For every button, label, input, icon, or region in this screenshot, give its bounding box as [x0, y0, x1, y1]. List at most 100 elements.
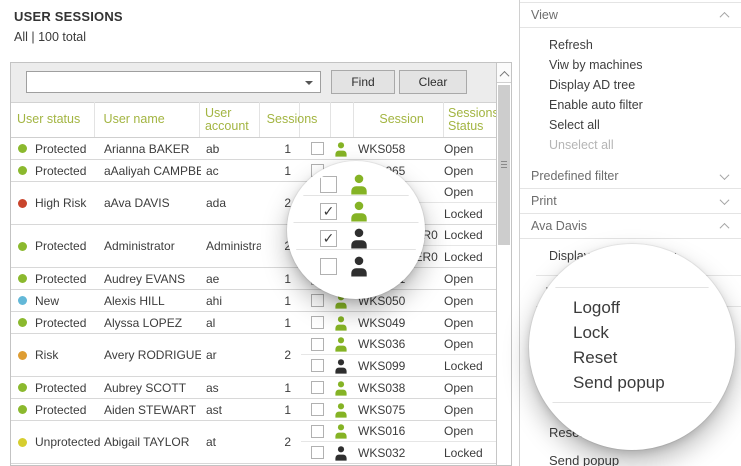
user-name-cell: Arianna BAKER: [95, 142, 201, 156]
user-row[interactable]: Risk Avery RODRIGUEZ ar 2 WKS036 Open WK…: [11, 334, 496, 377]
session-state: Locked: [439, 250, 489, 264]
user-row[interactable]: Protected Arianna BAKER ab 1 WKS058 Open: [11, 138, 496, 160]
user-row[interactable]: Protected aAaliyah CAMPBELL ac 1 WKS065 …: [11, 160, 496, 182]
search-combobox[interactable]: [26, 71, 321, 93]
user-status-label: Protected: [35, 164, 86, 178]
find-button[interactable]: Find: [331, 70, 395, 94]
user-icon: [348, 227, 370, 249]
table-magnifier-lens: ✓✓: [287, 161, 425, 299]
table-scrollbar[interactable]: [496, 63, 511, 465]
session-checkbox[interactable]: [311, 403, 324, 416]
user-status-cell: Protected: [11, 403, 95, 417]
user-row[interactable]: New Alexis HILL ahi 1 WKS050 Open: [11, 290, 496, 312]
session-row[interactable]: WKS058 Open: [301, 138, 496, 159]
col-header-user-status[interactable]: User status: [11, 102, 95, 137]
session-checkbox[interactable]: ✓: [320, 230, 337, 247]
panel-menu-item[interactable]: Display AD tree: [520, 75, 741, 95]
magnified-session-row: [320, 255, 370, 277]
combo-dropdown-icon[interactable]: [305, 81, 313, 85]
user-icon: [333, 358, 349, 374]
user-status-label: Protected: [35, 381, 86, 395]
user-row[interactable]: Protected Alyssa LOPEZ al 1 WKS049 Open: [11, 312, 496, 334]
user-account-cell: at: [201, 435, 261, 449]
chevron-up-icon: [720, 222, 730, 232]
session-state: Locked: [439, 207, 489, 221]
session-checkbox[interactable]: [311, 338, 324, 351]
panel-section-header[interactable]: Ava Davis: [520, 214, 741, 239]
session-state: Open: [439, 424, 489, 438]
status-dot-icon: [18, 405, 27, 414]
user-name-cell: Abigail TAYLOR: [95, 435, 201, 449]
session-row[interactable]: WKS075 Open: [301, 399, 496, 420]
scrollbar-up-button[interactable]: [497, 63, 511, 83]
status-dot-icon: [18, 296, 27, 305]
page-title: USER SESSIONS: [14, 9, 123, 24]
user-status-label: New: [35, 294, 59, 308]
panel-section-header[interactable]: Predefined filter: [520, 164, 741, 189]
session-row[interactable]: WKS032 Locked: [301, 442, 496, 463]
session-row[interactable]: WKS099 Locked: [301, 355, 496, 376]
panel-section-title: Ava Davis: [531, 219, 587, 233]
user-icon: [333, 445, 349, 461]
sessions-count-cell: 1: [261, 294, 301, 308]
col-header-sessions[interactable]: Sessions: [260, 102, 300, 137]
session-action-item[interactable]: Logoff: [573, 296, 620, 320]
user-row[interactable]: Protected Aubrey SCOTT as 1 WKS038 Open: [11, 377, 496, 399]
session-state: Open: [439, 316, 489, 330]
session-action-item[interactable]: Lock: [573, 321, 609, 345]
panel-section-header[interactable]: View: [520, 2, 741, 28]
col-header-sessions-status[interactable]: Sessions Status: [444, 102, 496, 137]
session-checkbox[interactable]: [311, 425, 324, 438]
panel-section-items: RefreshViw by machinesDisplay AD treeEna…: [520, 28, 741, 164]
session-row[interactable]: WKS038 Open: [301, 377, 496, 398]
session-checkbox[interactable]: [311, 142, 324, 155]
panel-menu-item[interactable]: Enable auto filter: [520, 95, 741, 115]
user-account-cell: ac: [201, 164, 261, 178]
scrollbar-thumb[interactable]: [498, 85, 510, 245]
panel-section-header[interactable]: Print: [520, 189, 741, 214]
session-action-item[interactable]: Send popup: [573, 371, 665, 395]
panel-menu-item[interactable]: Select all: [520, 115, 741, 135]
clear-button[interactable]: Clear: [399, 70, 467, 94]
user-cells: Protected Arianna BAKER ab 1: [11, 138, 301, 159]
session-checkbox[interactable]: [311, 381, 324, 394]
user-status-cell: Protected: [11, 142, 95, 156]
user-row[interactable]: Unprotected Abigail TAYLOR at 2 WKS016 O…: [11, 421, 496, 464]
session-state: Locked: [439, 359, 489, 373]
session-checkbox[interactable]: [311, 294, 324, 307]
session-state: Open: [439, 142, 489, 156]
session-action-item[interactable]: Reset: [573, 346, 617, 370]
sessions-count-cell: 1: [261, 164, 301, 178]
user-row[interactable]: Protected Aiden STEWART ast 1 WKS075 Ope…: [11, 399, 496, 421]
lens-separator: [555, 287, 729, 288]
user-row[interactable]: [11, 464, 496, 465]
session-state: Open: [439, 381, 489, 395]
user-icon: [333, 380, 349, 396]
session-checkbox[interactable]: [311, 446, 324, 459]
session-checkbox[interactable]: [311, 316, 324, 329]
session-row[interactable]: WKS049 Open: [301, 312, 496, 333]
session-row[interactable]: WKS036 Open: [301, 334, 496, 355]
user-cells: Protected aAaliyah CAMPBELL ac 1: [11, 160, 301, 181]
lens-separator: [543, 402, 729, 403]
user-status-cell: Protected: [11, 316, 95, 330]
sessions-count-cell: 2: [261, 348, 301, 362]
panel-menu-item[interactable]: Refresh: [520, 35, 741, 55]
session-row[interactable]: [301, 464, 496, 465]
sessions-count-cell: 1: [261, 272, 301, 286]
session-checkbox[interactable]: [320, 176, 337, 193]
col-header-session[interactable]: Session: [354, 102, 444, 137]
session-row[interactable]: WKS016 Open: [301, 421, 496, 442]
user-status-label: Unprotected: [35, 435, 100, 449]
search-input[interactable]: [29, 73, 298, 91]
session-checkbox[interactable]: [311, 359, 324, 372]
separator: [293, 195, 419, 196]
user-row[interactable]: Protected Audrey EVANS ae 1 WKS071 Open: [11, 268, 496, 290]
session-checkbox[interactable]: [320, 258, 337, 275]
user-status-label: Protected: [35, 403, 86, 417]
col-header-user-name[interactable]: User name: [95, 102, 200, 137]
col-header-user-account[interactable]: User account: [200, 102, 260, 137]
panel-menu-item[interactable]: Viw by machines: [520, 55, 741, 75]
col-header-checkbox: [300, 102, 332, 137]
session-checkbox[interactable]: ✓: [320, 203, 337, 220]
